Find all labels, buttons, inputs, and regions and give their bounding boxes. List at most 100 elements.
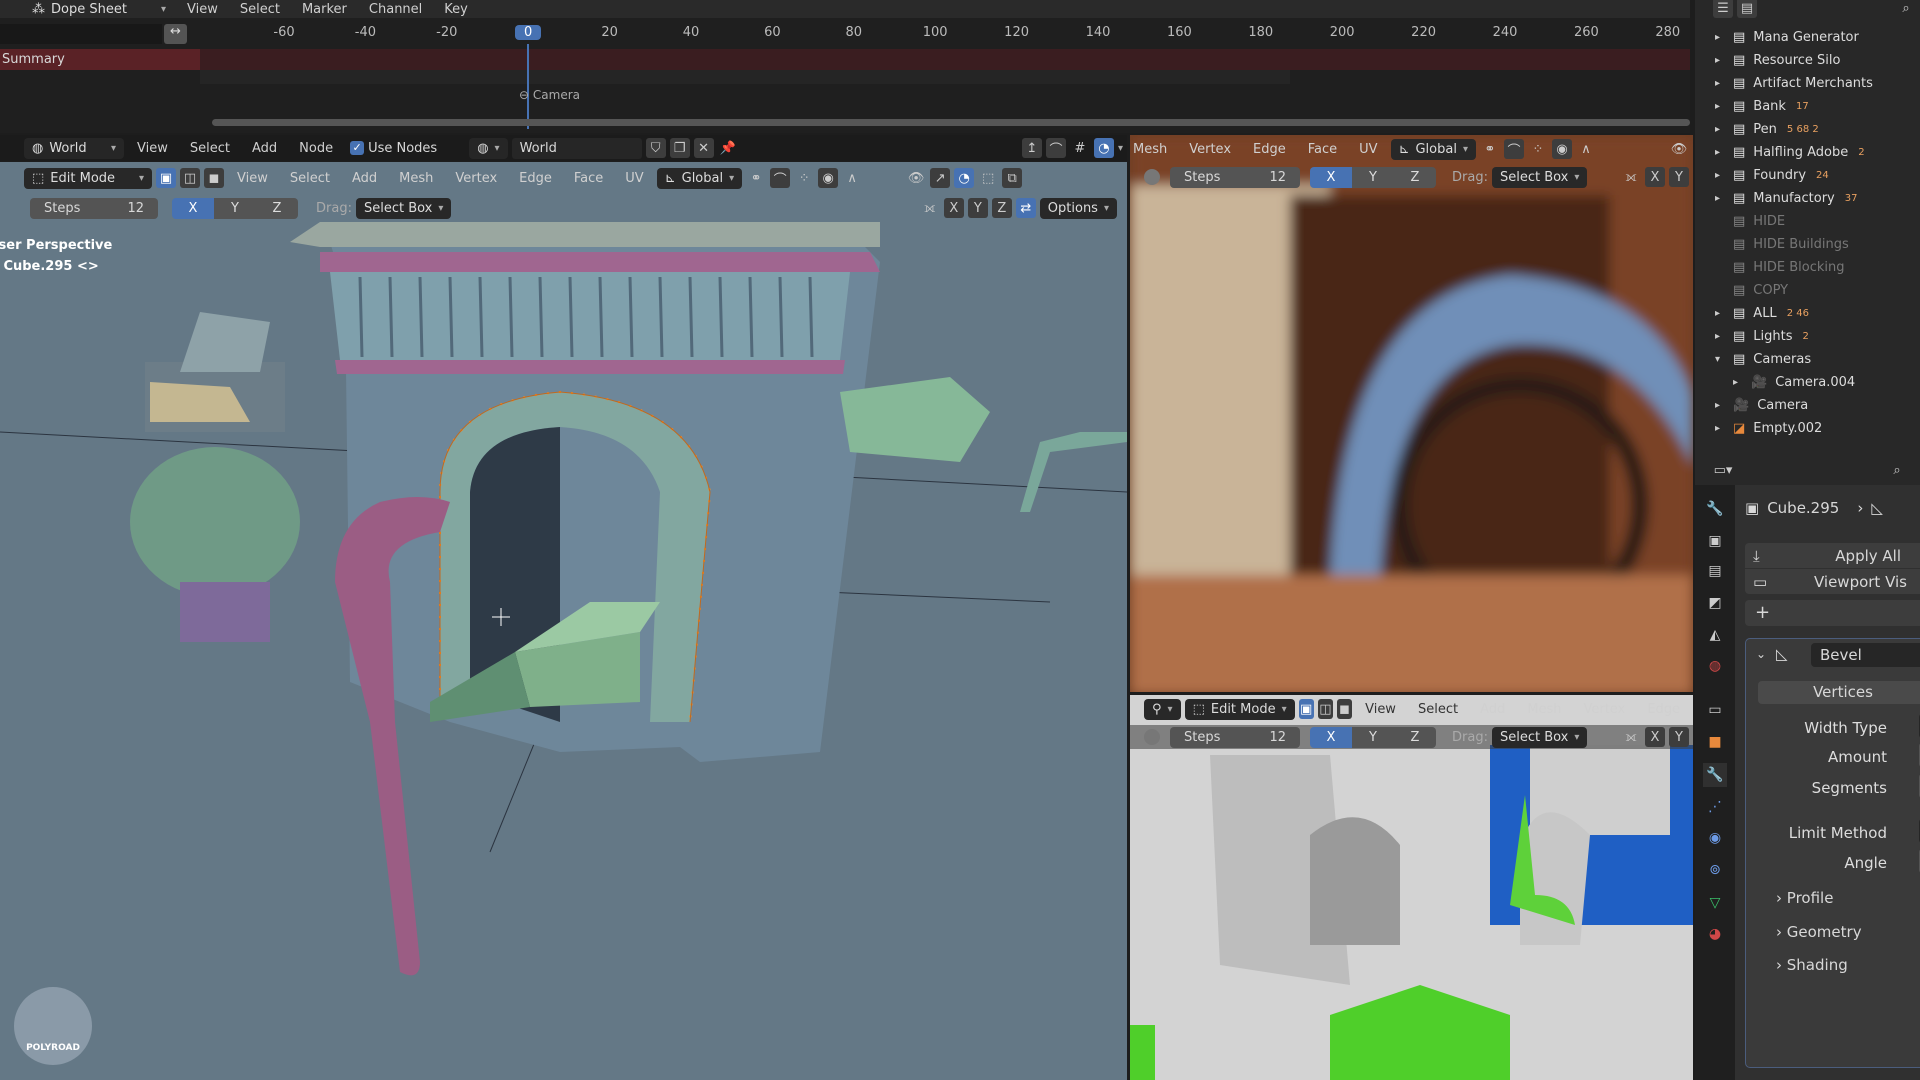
playhead[interactable] [527, 44, 529, 129]
menu-vertex[interactable]: Vertex [446, 171, 506, 186]
mirror-x-toggle[interactable]: X [1645, 167, 1665, 187]
disclosure-triangle-icon[interactable]: ▸ [1715, 308, 1729, 319]
world-shader-dropdown[interactable]: ◍ World ▾ [24, 137, 124, 159]
outliner-item[interactable]: ▤ HIDE Blocking [1695, 256, 1845, 279]
add-modifier-button[interactable]: + [1745, 600, 1920, 626]
duplicate-icon[interactable]: ❐ [669, 138, 690, 158]
gizmo-icon[interactable]: ↗ [930, 168, 951, 188]
menu-face[interactable]: Face [565, 171, 612, 186]
tool-tab-icon[interactable]: 🔧 [1703, 497, 1727, 521]
disclosure-triangle-icon[interactable]: ▸ [1715, 101, 1729, 112]
render-tab-icon[interactable]: ▣ [1703, 529, 1727, 553]
material-tab-icon[interactable]: ◕ [1703, 922, 1727, 946]
menu-channel[interactable]: Channel [360, 2, 431, 17]
xray-icon[interactable]: ⧉ [1002, 168, 1023, 188]
outliner-item[interactable]: ▾ ▤ Cameras [1695, 348, 1811, 371]
outliner-item[interactable]: ▸ ▤ Halfling Adobe 2 [1695, 141, 1865, 164]
menu-select[interactable]: Select [281, 171, 339, 186]
disclosure-triangle-icon[interactable]: ▸ [1715, 124, 1729, 135]
physics-tab-icon[interactable]: ◉ [1703, 826, 1727, 850]
outliner-item[interactable]: ▸ ▤ Artifact Merchants [1695, 72, 1873, 95]
world-tab-icon[interactable]: ◍ [1703, 654, 1727, 678]
mode-dropdown[interactable]: ⬚ Edit Mode ▾ [24, 167, 152, 189]
snap-increment-icon[interactable]: ⁘ [1528, 139, 1548, 159]
disclosure-triangle-icon[interactable]: ▸ [1715, 170, 1729, 181]
summary-channel[interactable]: Summary [0, 49, 200, 70]
disclosure-triangle-icon[interactable]: ▾ [1715, 354, 1729, 365]
disclosure-triangle-icon[interactable]: ▸ [1715, 147, 1729, 158]
profile-subpanel[interactable]: › Profile [1776, 889, 1833, 907]
disclosure-triangle-icon[interactable]: ▸ [1715, 400, 1729, 411]
drag-dropdown[interactable]: Select Box ▾ [1491, 726, 1588, 748]
menu-view[interactable]: View [128, 141, 177, 156]
snap-icon[interactable]: ⌒ [1504, 139, 1524, 159]
view-layer-tab-icon[interactable]: ◩ [1703, 591, 1727, 615]
menu-edge[interactable]: Edge [1244, 142, 1295, 157]
disclosure-triangle-icon[interactable]: ▸ [1715, 55, 1729, 66]
menu-key[interactable]: Key [435, 2, 477, 17]
outliner-item[interactable]: ▸ ▤ Pen 5 68 2 [1695, 118, 1819, 141]
filter-icon[interactable]: ▤ [1737, 0, 1757, 18]
horizontal-scrollbar[interactable] [212, 119, 1690, 126]
chevron-down-icon[interactable]: ▾ [1118, 143, 1123, 154]
menu-add[interactable]: Add [243, 141, 286, 156]
menu-select[interactable]: Select [231, 2, 289, 17]
outliner-item[interactable]: ▸ ▤ Foundry 24 [1695, 164, 1829, 187]
edge-select-icon[interactable]: ◫ [180, 168, 200, 188]
overlay-icon[interactable]: ◔ [1093, 138, 1114, 158]
visibility-icon[interactable]: 👁 [906, 168, 926, 188]
collapse-chevron-icon[interactable]: ⌄ [1756, 647, 1766, 661]
constraints-tab-icon[interactable]: ⊚ [1703, 858, 1727, 882]
outliner-item[interactable]: ▤ COPY [1695, 279, 1788, 302]
steps-field[interactable]: Steps 12 [1170, 726, 1300, 748]
viewport-vis-button[interactable]: ▭ Viewport Vis [1745, 569, 1920, 594]
outliner-item[interactable]: ▸ ▤ Mana Generator [1695, 26, 1859, 49]
pivot-icon[interactable]: ⚭ [746, 168, 766, 188]
snap-increment-icon[interactable]: ⁘ [794, 168, 814, 188]
face-select-icon[interactable]: ◼ [1336, 699, 1353, 719]
disclosure-triangle-icon[interactable]: ▸ [1733, 377, 1747, 388]
mirror-y-toggle[interactable]: Y [967, 198, 988, 218]
falloff-icon[interactable]: ∧ [842, 168, 862, 188]
editor-type-button[interactable]: ⚲ ▾ [1144, 698, 1181, 720]
menu-view[interactable]: View [178, 2, 227, 17]
apply-all-button[interactable]: ⤓ Apply All [1745, 543, 1920, 568]
pivot-icon[interactable]: ⚭ [1480, 139, 1500, 159]
vertex-select-icon[interactable]: ▣ [1298, 699, 1314, 719]
mirror-icon[interactable]: ⟗ [920, 198, 940, 218]
menu-select[interactable]: Select [1409, 702, 1467, 717]
menu-edge[interactable]: Edge [1638, 702, 1689, 717]
menu-view[interactable]: View [1356, 702, 1405, 717]
orientation-dropdown[interactable]: ⊾ Global ▾ [656, 167, 743, 189]
orientation-dropdown[interactable]: ⊾ Global ▾ [1390, 138, 1476, 160]
outliner-item[interactable]: ▸ ▤ Resource Silo [1695, 49, 1840, 72]
menu-uv[interactable]: UV [1350, 142, 1386, 157]
menu-marker[interactable]: Marker [293, 2, 356, 17]
steps-field[interactable]: Steps 12 [1170, 166, 1300, 188]
search-icon[interactable]: ⌕ [1887, 460, 1907, 480]
modifier-tab-icon[interactable]: 🔧 [1703, 763, 1727, 787]
collection-tab-icon[interactable]: ▭ [1703, 698, 1727, 722]
shading-subpanel[interactable]: › Shading [1776, 956, 1848, 974]
world-name-field[interactable]: World [511, 137, 642, 159]
mesh-overlay-icon[interactable]: ⬚ [978, 168, 998, 188]
outliner-item[interactable]: ▸ ▤ Bank 17 [1695, 95, 1809, 118]
menu-face[interactable]: Face [1299, 142, 1346, 157]
axis-z-toggle[interactable]: Z [256, 197, 298, 219]
mirror-icon[interactable]: ⟗ [1621, 727, 1641, 747]
unlink-icon[interactable]: ✕ [693, 138, 714, 158]
editor-type-dropdown[interactable]: ⁂ Dope Sheet ▾ [24, 1, 174, 17]
output-tab-icon[interactable]: ▤ [1703, 559, 1727, 583]
menu-vertex[interactable]: Vertex [1180, 142, 1240, 157]
mode-dropdown[interactable]: ⬚ Edit Mode ▾ [1184, 698, 1295, 720]
preview-viewport[interactable]: ⚲ ▾ ⬚ Edit Mode ▾ ▣ ◫ ◼ View Select Add Mes… [1130, 695, 1693, 1080]
outliner-item[interactable]: ▤ HIDE Buildings [1695, 233, 1849, 256]
axis-z-toggle[interactable]: Z [1394, 726, 1436, 748]
outliner-item[interactable]: ▸ ▤ Manufactory 37 [1695, 187, 1857, 210]
disclosure-triangle-icon[interactable]: ▸ [1715, 331, 1729, 342]
menu-view[interactable]: View [228, 171, 277, 186]
outliner-item[interactable]: ▸ 🎥 Camera.004 [1695, 371, 1855, 394]
outliner-item[interactable]: ▸ ▤ Lights 2 [1695, 325, 1809, 348]
data-tab-icon[interactable]: ▽ [1703, 891, 1727, 915]
topology-mirror-icon[interactable]: ⇄ [1015, 198, 1036, 218]
